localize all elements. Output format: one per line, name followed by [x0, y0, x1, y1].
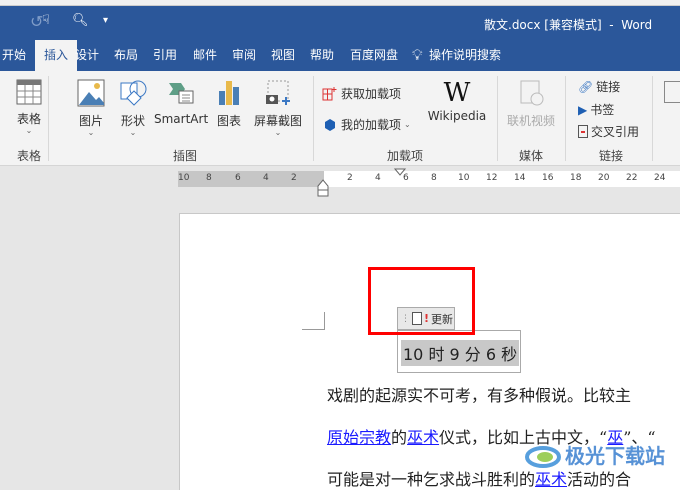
tab-home[interactable]: 开始 — [0, 40, 28, 71]
date-field[interactable]: 10 时 9 分 6 秒 — [397, 330, 521, 373]
picture-icon — [77, 79, 105, 107]
group-label-links: 链接 — [598, 149, 623, 163]
watermark-swirl-icon — [525, 445, 561, 468]
smartart-button[interactable]: SmartArt — [154, 79, 208, 126]
touch-mode-icon[interactable]: ☟ — [42, 13, 50, 28]
smartart-icon — [169, 83, 194, 104]
title-bar: ↺ ☟ 🔍︎ ▾ 散文.docx [兼容模式] - Word — [0, 6, 680, 40]
chevron-down-icon: ⌄ — [274, 128, 282, 137]
lightbulb-icon: 💡︎ — [412, 46, 423, 64]
tab-baidu[interactable]: 百度网盘 — [348, 40, 400, 71]
group-label-illustrations: 插图 — [172, 149, 197, 163]
store-icon — [322, 86, 337, 100]
window-title: 散文.docx [兼容模式] - Word — [484, 18, 653, 32]
table-button[interactable]: 表格 ⌄ — [12, 79, 46, 135]
bookmark-button[interactable]: ▶ 书签 — [578, 101, 614, 118]
group-label-table: 表格 — [16, 149, 41, 163]
online-video-button[interactable]: 联机视频 — [505, 79, 557, 129]
group-label-addins: 加载项 — [386, 149, 423, 163]
addins-cube-icon — [325, 118, 335, 131]
screenshot-icon — [266, 80, 290, 105]
picture-button[interactable]: 图片 ⌄ — [74, 79, 108, 137]
chart-icon — [219, 81, 239, 105]
tab-help[interactable]: 帮助 — [308, 40, 336, 71]
print-preview-icon[interactable]: 🔍︎ — [72, 13, 89, 28]
paragraph-line: 戏剧的起源实不可考，有多种假说。比较主 — [327, 386, 632, 405]
wikipedia-icon: W — [443, 78, 471, 108]
hyperlink[interactable]: 原始宗教 — [327, 428, 391, 447]
online-video-icon — [520, 80, 544, 106]
link-button[interactable]: 🔗︎ 链接 — [578, 78, 620, 95]
link-icon: 🔗︎ — [578, 79, 594, 94]
bookmark-flag-icon: ▶ — [578, 102, 588, 117]
tab-insert[interactable]: 插入 — [35, 40, 78, 71]
margin-corner-mark — [302, 312, 325, 330]
hanging-indent-marker[interactable] — [317, 179, 329, 197]
ribbon-tabs: 开始 插入 设计 布局 引用 邮件 审阅 视图 帮助 百度网盘 💡︎ 操作说明搜… — [0, 40, 680, 71]
shapes-button[interactable]: 形状 ⌄ — [116, 79, 150, 137]
screenshot-button[interactable]: 屏幕截图 ⌄ — [250, 79, 306, 137]
wikipedia-button[interactable]: W Wikipedia — [425, 79, 489, 123]
chevron-down-icon: ⌄ — [87, 128, 95, 137]
shapes-icon — [120, 80, 147, 106]
group-label-media: 媒体 — [518, 149, 543, 163]
tab-references[interactable]: 引用 — [151, 40, 179, 71]
highlight-box — [368, 267, 475, 335]
tab-view[interactable]: 视图 — [269, 40, 297, 71]
watermark-logo: 极光下载站 — [525, 440, 665, 469]
tell-me-search[interactable]: 操作说明搜索 — [427, 40, 503, 71]
hyperlink[interactable]: 巫术 — [535, 470, 567, 489]
first-line-indent-marker[interactable] — [394, 168, 406, 176]
chevron-down-icon: ⌄ — [25, 126, 33, 135]
tab-mailings[interactable]: 邮件 — [191, 40, 219, 71]
get-addins-button[interactable]: 获取加载项 — [322, 85, 401, 102]
cross-reference-icon — [578, 125, 588, 138]
customize-qat-icon[interactable]: ▾ — [103, 15, 108, 26]
hyperlink[interactable]: 巫术 — [407, 428, 439, 447]
tab-layout[interactable]: 布局 — [112, 40, 140, 71]
table-icon — [16, 79, 42, 105]
tab-design[interactable]: 设计 — [73, 40, 101, 71]
my-addins-button[interactable]: 我的加载项 ⌄ — [322, 116, 411, 133]
chevron-down-icon: ⌄ — [404, 120, 411, 129]
ribbon: 表格 ⌄ 表格 图片 ⌄ 形状 ⌄ SmartArt 图表 屏幕截图 ⌄ 插图 获取加载… — [0, 71, 680, 166]
chevron-down-icon: ⌄ — [129, 128, 137, 137]
chart-button[interactable]: 图表 — [214, 79, 244, 129]
field-value: 10 时 9 分 6 秒 — [401, 340, 520, 366]
horizontal-ruler[interactable]: 10 8 6 4 2 2 4 6 8 10 12 14 16 18 20 22 … — [178, 168, 680, 197]
paragraph-line: 可能是对一种乞求战斗胜利的巫术活动的合 — [327, 470, 632, 489]
cross-reference-button[interactable]: 交叉引用 — [578, 123, 639, 140]
header-footer-icon[interactable] — [664, 81, 680, 103]
tab-review[interactable]: 审阅 — [230, 40, 258, 71]
